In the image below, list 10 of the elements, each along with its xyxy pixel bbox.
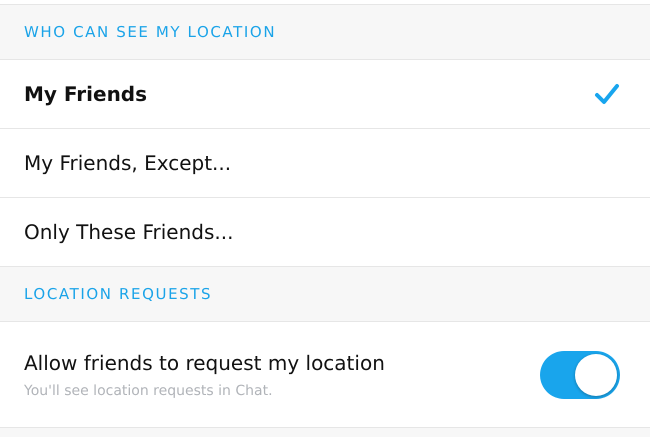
option-label: Only These Friends... — [24, 220, 234, 244]
option-label: My Friends — [24, 82, 148, 106]
option-row[interactable]: Only These Friends... — [0, 198, 650, 267]
toggle-switch[interactable] — [540, 350, 620, 398]
option-row[interactable]: My Friends, Except... — [0, 129, 650, 198]
option-label: My Friends, Except... — [24, 151, 232, 175]
setting-label: Allow friends to request my location — [24, 350, 385, 374]
setting-description: You'll see location requests in Chat. — [24, 382, 274, 398]
option-row[interactable]: My Friends — [0, 60, 650, 129]
checkmark-icon — [594, 83, 620, 105]
